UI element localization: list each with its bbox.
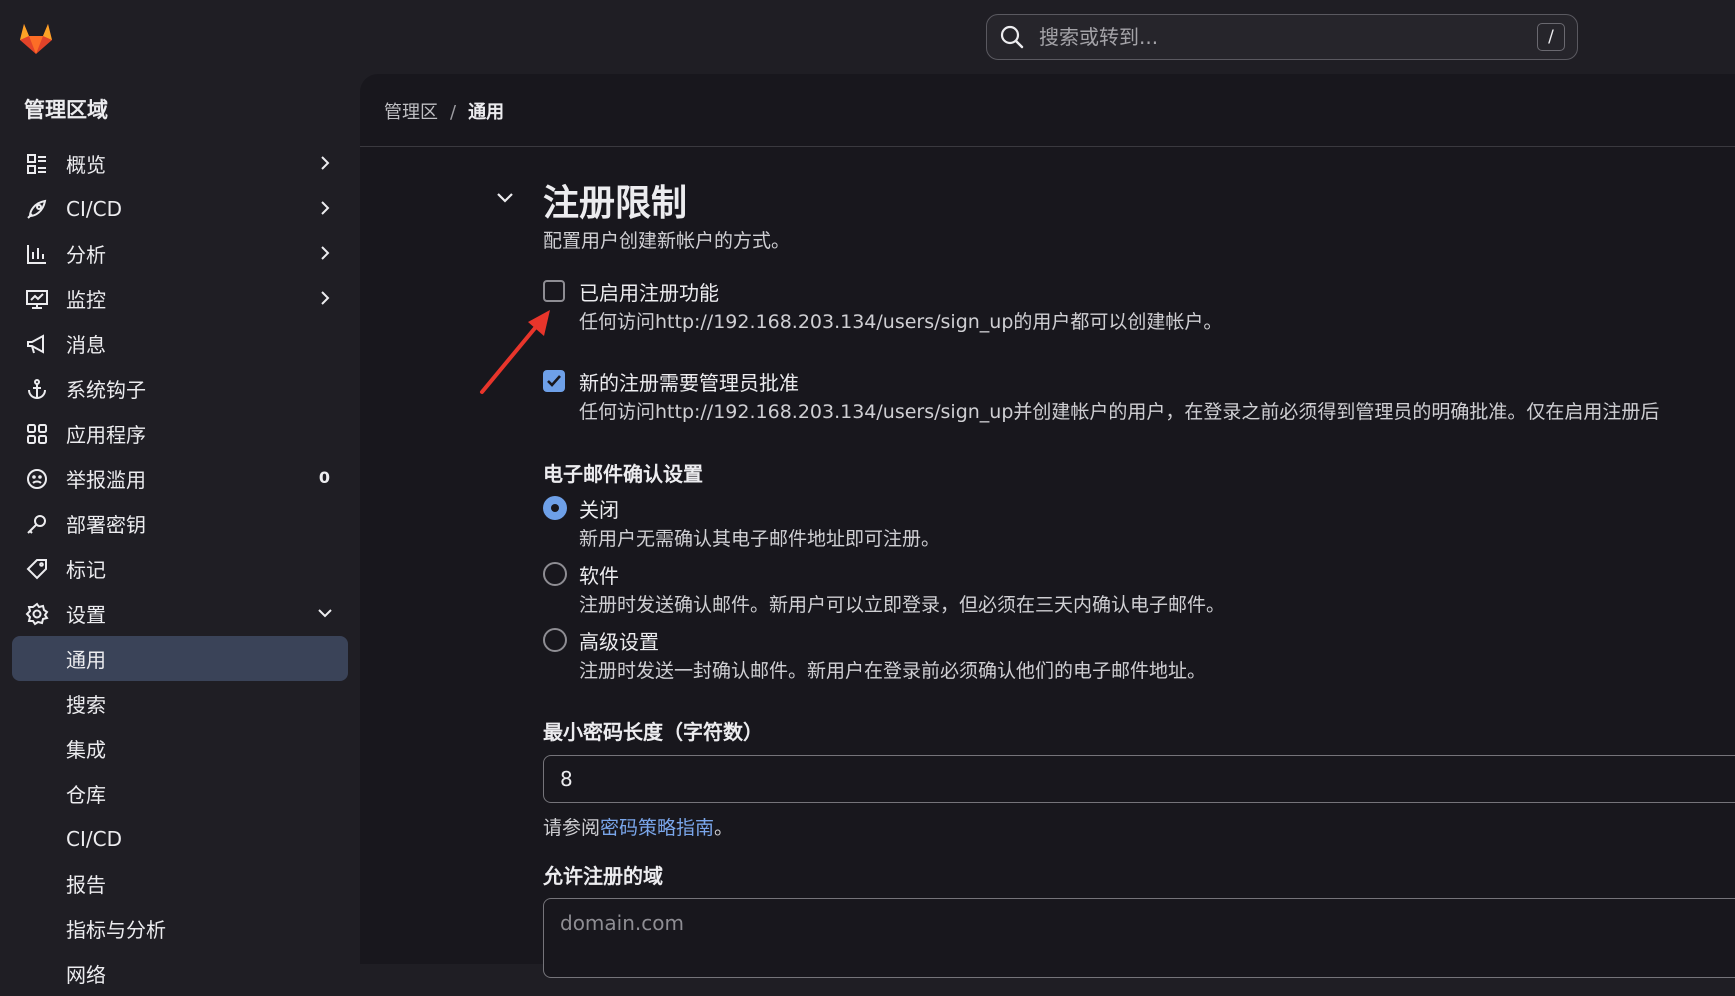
sidebar-subitem-cicd[interactable]: CI/CD	[12, 816, 348, 861]
email-confirm-off-label: 关闭	[579, 498, 619, 522]
section-description: 配置用户创建新帐户的方式。	[543, 230, 791, 252]
sidebar-item-settings[interactable]: 设置	[12, 591, 348, 636]
email-confirm-off-help: 新用户无需确认其电子邮件地址即可注册。	[579, 528, 941, 550]
sidebar-item-labels[interactable]: 标记	[12, 546, 348, 591]
sidebar-item-deploy-keys[interactable]: 部署密钥	[12, 501, 348, 546]
breadcrumb-divider	[360, 146, 1735, 147]
gitlab-logo-icon[interactable]	[16, 18, 56, 58]
email-confirm-hard-label: 高级设置	[579, 630, 659, 654]
sidebar-subitem-label: 指标与分析	[66, 918, 166, 942]
sidebar-item-label: 应用程序	[66, 423, 146, 447]
apps-icon	[24, 421, 50, 447]
chevron-right-icon	[321, 156, 330, 170]
sidebar-item-monitoring[interactable]: 监控	[12, 276, 348, 321]
sidebar-item-label: 举报滥用	[66, 468, 146, 492]
main-content: 管理区 / 通用 注册限制 配置用户创建新帐户的方式。 已启用注册功能 任何访问ht…	[360, 74, 1735, 978]
min-password-input[interactable]	[543, 755, 1735, 803]
email-confirm-hard-radio[interactable]	[543, 628, 567, 652]
sidebar-item-abuse-reports[interactable]: 举报滥用 0	[12, 456, 348, 501]
sidebar-subitem-general[interactable]: 通用	[12, 636, 348, 681]
sidebar-title: 管理区域	[24, 98, 108, 122]
section-title: 注册限制	[543, 183, 688, 224]
key-icon	[24, 511, 50, 537]
email-confirm-soft-label: 软件	[579, 564, 619, 588]
admin-approval-label: 新的注册需要管理员批准	[579, 371, 799, 395]
sidebar-subitem-label: 集成	[66, 738, 106, 762]
rocket-icon	[24, 196, 50, 222]
chevron-right-icon	[321, 291, 330, 305]
section-collapse-chevron-icon[interactable]	[492, 184, 518, 210]
sidebar-subitem-label: 仓库	[66, 783, 106, 807]
signup-enabled-help: 任何访问http://192.168.203.134/users/sign_up…	[579, 311, 1223, 333]
breadcrumb-current: 通用	[468, 102, 505, 123]
sidebar-item-label: 分析	[66, 243, 106, 267]
annotation-arrow-icon	[480, 310, 550, 394]
sidebar-nav: 概览 CI/CD 分析 监控 消息 系统钩子 应用程序 举报滥用 0 部署密钥 …	[12, 141, 348, 996]
anchor-icon	[24, 376, 50, 402]
email-confirm-heading: 电子邮件确认设置	[543, 462, 703, 486]
sidebar-subitem-label: CI/CD	[66, 826, 122, 851]
min-password-help: 请参阅密码策略指南。	[543, 813, 733, 840]
search-icon	[1000, 25, 1024, 49]
sidebar-item-label: 概览	[66, 153, 106, 177]
email-confirm-soft-radio[interactable]	[543, 562, 567, 586]
search-shortcut-key: /	[1537, 23, 1565, 51]
breadcrumb-separator: /	[450, 102, 457, 123]
email-confirm-hard-help: 注册时发送一封确认邮件。新用户在登录前必须确认他们的电子邮件地址。	[579, 660, 1207, 682]
abuse-count-badge: 0	[318, 468, 330, 487]
password-policy-link[interactable]: 密码策略指南	[600, 817, 714, 839]
email-confirm-soft-help: 注册时发送确认邮件。新用户可以立即登录，但必须在三天内确认电子邮件。	[579, 594, 1226, 616]
abuse-icon	[24, 466, 50, 492]
sidebar-item-label: 监控	[66, 288, 106, 312]
sidebar-item-messages[interactable]: 消息	[12, 321, 348, 366]
email-confirm-off-radio[interactable]	[543, 496, 567, 520]
monitor-icon	[24, 286, 50, 312]
sidebar-item-analytics[interactable]: 分析	[12, 231, 348, 276]
megaphone-icon	[24, 331, 50, 357]
sidebar-subitem-integrations[interactable]: 集成	[12, 726, 348, 771]
sidebar-subitem-label: 网络	[66, 963, 106, 987]
sidebar-item-label: 部署密钥	[66, 513, 146, 537]
sidebar-subitem-network[interactable]: 网络	[12, 951, 348, 996]
sidebar-item-label: 设置	[66, 603, 106, 627]
sidebar-item-label: CI/CD	[66, 196, 122, 221]
allowed-domains-textarea[interactable]	[543, 898, 1735, 978]
chevron-down-icon	[318, 609, 332, 618]
signup-enabled-checkbox[interactable]	[543, 280, 565, 302]
sidebar-item-label: 消息	[66, 333, 106, 357]
sidebar: 管理区域 概览 CI/CD 分析 监控 消息 系统钩子 应用程序 举报滥用 0 …	[0, 68, 360, 987]
gear-icon	[24, 601, 50, 627]
sidebar-item-label: 标记	[66, 558, 106, 582]
label-icon	[24, 556, 50, 582]
chevron-right-icon	[321, 201, 330, 215]
sidebar-item-cicd[interactable]: CI/CD	[12, 186, 348, 231]
chart-icon	[24, 241, 50, 267]
sidebar-subitem-repository[interactable]: 仓库	[12, 771, 348, 816]
sidebar-subitem-label: 搜索	[66, 693, 106, 717]
sidebar-subitem-metrics[interactable]: 指标与分析	[12, 906, 348, 951]
breadcrumb-root[interactable]: 管理区	[384, 102, 438, 123]
sidebar-subitem-label: 报告	[66, 873, 106, 897]
search-input[interactable]	[1037, 24, 1537, 50]
min-password-help-prefix: 请参阅	[543, 817, 601, 839]
sidebar-subitem-label: 通用	[66, 648, 106, 672]
sidebar-subitem-reporting[interactable]: 报告	[12, 861, 348, 906]
overview-icon	[24, 151, 50, 177]
sidebar-item-overview[interactable]: 概览	[12, 141, 348, 186]
breadcrumb: 管理区 / 通用	[384, 98, 504, 124]
sidebar-item-label: 系统钩子	[66, 378, 146, 402]
sidebar-item-system-hooks[interactable]: 系统钩子	[12, 366, 348, 411]
admin-approval-help: 任何访问http://192.168.203.134/users/sign_up…	[579, 401, 1660, 423]
signup-enabled-label: 已启用注册功能	[579, 281, 719, 305]
search-box[interactable]: /	[986, 14, 1578, 60]
min-password-help-suffix: 。	[714, 817, 734, 839]
allowed-domains-heading: 允许注册的域	[543, 864, 663, 888]
min-password-heading: 最小密码长度（字符数）	[543, 720, 763, 744]
sidebar-item-applications[interactable]: 应用程序	[12, 411, 348, 456]
chevron-right-icon	[321, 246, 330, 260]
sidebar-subitem-search[interactable]: 搜索	[12, 681, 348, 726]
